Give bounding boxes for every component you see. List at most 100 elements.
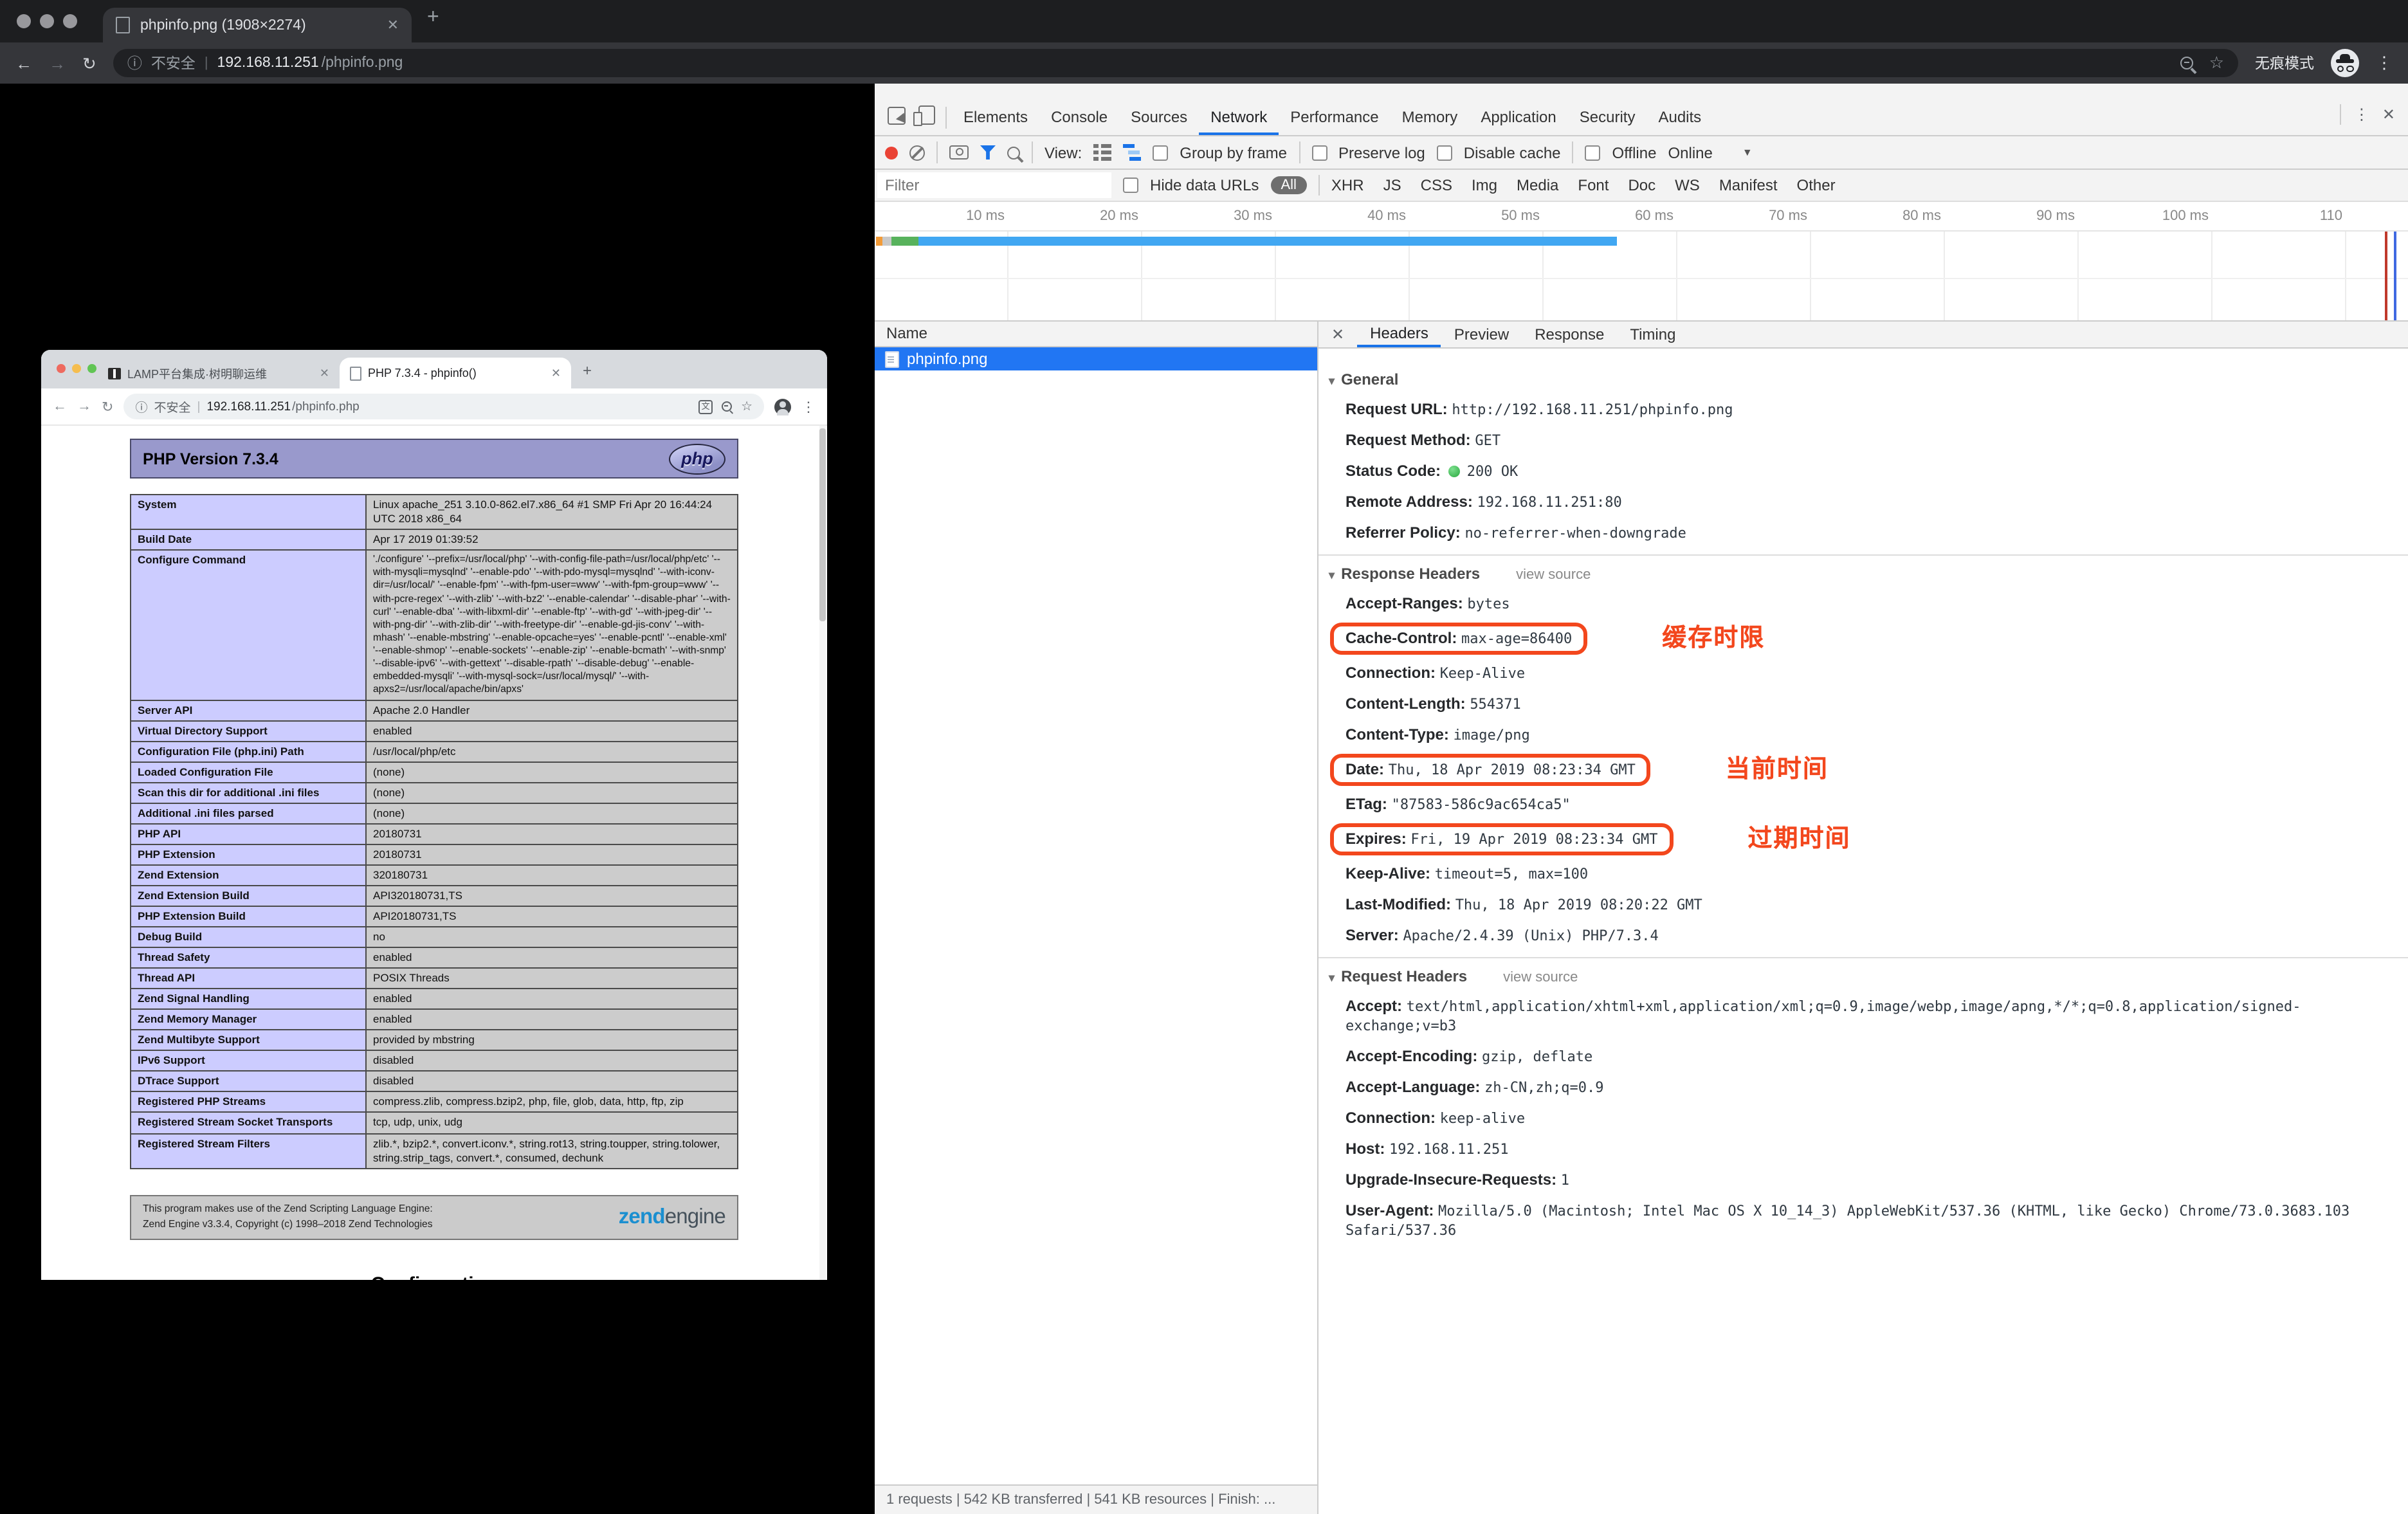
timeline-gridline bbox=[1945, 232, 2079, 320]
waterfall-view-icon[interactable] bbox=[1123, 144, 1141, 161]
embedded-reload-icon[interactable]: ↻ bbox=[102, 398, 113, 415]
embedded-zoom-out-icon[interactable] bbox=[722, 401, 732, 412]
filter-type[interactable]: Doc bbox=[1628, 176, 1656, 194]
traffic-light-close-icon[interactable] bbox=[17, 14, 31, 28]
details-tab[interactable]: Timing bbox=[1617, 322, 1688, 347]
embedded-menu-icon[interactable]: ⋮ bbox=[801, 398, 816, 415]
embedded-tab-close-icon[interactable]: ✕ bbox=[320, 366, 329, 380]
screenshot-capture-icon[interactable] bbox=[949, 145, 969, 160]
filter-type[interactable]: Font bbox=[1578, 176, 1609, 194]
disable-cache-checkbox[interactable] bbox=[1437, 145, 1452, 160]
view-source-link[interactable]: view source bbox=[1503, 970, 1578, 985]
request-row-phpinfo[interactable]: phpinfo.png bbox=[875, 347, 1317, 370]
name-column-header[interactable]: Name bbox=[875, 322, 1317, 347]
info-icon[interactable]: ⓘ bbox=[127, 53, 142, 73]
details-tab[interactable]: Preview bbox=[1441, 322, 1522, 347]
filter-type[interactable]: WS bbox=[1675, 176, 1700, 194]
devtools-tab[interactable]: Console bbox=[1039, 100, 1119, 135]
phpinfo-table: System Linux apache_251 3.10.0-862.el7.x… bbox=[130, 494, 738, 1169]
tab-close-icon[interactable]: ✕ bbox=[387, 17, 399, 33]
phpinfo-row-label: Registered Stream Filters bbox=[131, 1133, 366, 1168]
bookmark-star-icon[interactable]: ☆ bbox=[2209, 53, 2224, 73]
details-tab[interactable]: Response bbox=[1522, 322, 1617, 347]
embedded-new-tab-button[interactable]: + bbox=[583, 361, 592, 379]
devtools-tab[interactable]: Memory bbox=[1391, 100, 1470, 135]
search-icon[interactable] bbox=[1007, 146, 1020, 159]
devtools-tab[interactable]: Sources bbox=[1119, 100, 1199, 135]
filter-type-all[interactable]: All bbox=[1270, 176, 1306, 194]
offline-checkbox[interactable] bbox=[1585, 145, 1601, 160]
hide-data-urls-checkbox[interactable] bbox=[1123, 178, 1138, 193]
translate-icon[interactable]: 文 bbox=[698, 399, 713, 414]
network-overview[interactable] bbox=[875, 232, 2408, 322]
throttling-select[interactable]: Online bbox=[1668, 143, 1712, 161]
embedded-omnibox[interactable]: ⓘ 不安全 | 192.168.11.251 /phpinfo.php 文 ☆ bbox=[123, 394, 764, 419]
header-line: ETag: "87583-586c9ac654ca5" bbox=[1318, 789, 2408, 819]
filter-type[interactable]: Manifest bbox=[1719, 176, 1778, 194]
clear-icon[interactable] bbox=[909, 145, 925, 160]
timeline-tick-label: 110 bbox=[2212, 202, 2346, 230]
filter-type[interactable]: CSS bbox=[1421, 176, 1452, 194]
filter-type[interactable]: JS bbox=[1383, 176, 1401, 194]
embedded-tab-close-icon[interactable]: ✕ bbox=[551, 366, 561, 380]
omnibox[interactable]: ⓘ 不安全 | 192.168.11.251 /phpinfo.png ☆ bbox=[113, 49, 2238, 77]
request-headers-section-title[interactable]: ▾Request Headersview source bbox=[1318, 958, 2408, 990]
record-icon[interactable] bbox=[885, 146, 898, 159]
filter-input[interactable] bbox=[877, 172, 1111, 198]
devtools-tab[interactable]: Network bbox=[1199, 100, 1279, 135]
embedded-zoom-icon[interactable] bbox=[87, 364, 96, 373]
zoom-out-icon[interactable] bbox=[2181, 57, 2194, 69]
hide-data-urls-label: Hide data URLs bbox=[1150, 176, 1259, 194]
devtools-close-icon[interactable]: ✕ bbox=[2382, 105, 2395, 123]
embedded-forward-icon[interactable]: → bbox=[77, 399, 91, 414]
filter-type[interactable]: XHR bbox=[1331, 176, 1364, 194]
red-highlight-box: Date: Thu, 18 Apr 2019 08:23:34 GMT bbox=[1330, 753, 1651, 785]
reload-icon[interactable]: ↻ bbox=[82, 55, 96, 71]
window-controls bbox=[17, 14, 77, 28]
back-icon[interactable]: ← bbox=[15, 55, 32, 71]
traffic-light-minimize-icon[interactable] bbox=[40, 14, 54, 28]
details-tab[interactable]: Headers bbox=[1357, 322, 1441, 347]
traffic-light-zoom-icon[interactable] bbox=[63, 14, 77, 28]
phpinfo-row-value: 320180731 bbox=[366, 865, 738, 886]
filter-type[interactable]: Other bbox=[1797, 176, 1836, 194]
devtools-tab[interactable]: Application bbox=[1469, 100, 1567, 135]
embedded-tab-phpinfo[interactable]: PHP 7.3.4 - phpinfo() ✕ bbox=[340, 358, 571, 388]
devtools-menu-icon[interactable]: ⋮ bbox=[2354, 105, 2369, 123]
list-view-icon[interactable] bbox=[1093, 144, 1111, 161]
phpinfo-row-label: Thread Safety bbox=[131, 947, 366, 968]
general-section-title[interactable]: ▾General bbox=[1318, 361, 2408, 394]
filter-type[interactable]: Img bbox=[1472, 176, 1497, 194]
phpinfo-row: Additional .ini files parsed (none) bbox=[131, 803, 738, 824]
device-toolbar-icon[interactable] bbox=[918, 105, 935, 125]
new-tab-button[interactable]: + bbox=[427, 6, 439, 30]
zend-engine-box: This program makes use of the Zend Scrip… bbox=[130, 1194, 738, 1240]
forward-icon[interactable]: → bbox=[49, 55, 66, 71]
browser-menu-icon[interactable]: ⋮ bbox=[2376, 53, 2393, 73]
devtools-tab[interactable]: Elements bbox=[952, 100, 1039, 135]
embedded-info-icon[interactable]: ⓘ bbox=[135, 397, 147, 415]
embedded-close-icon[interactable] bbox=[57, 364, 66, 373]
embedded-scrollbar-thumb[interactable] bbox=[819, 428, 826, 621]
phpinfo-row-value: provided by mbstring bbox=[366, 1030, 738, 1051]
close-details-icon[interactable]: ✕ bbox=[1318, 322, 1357, 347]
inspect-element-icon[interactable] bbox=[888, 106, 906, 124]
embedded-bookmark-star-icon[interactable]: ☆ bbox=[741, 399, 752, 414]
phpinfo-row-value: disabled bbox=[366, 1051, 738, 1072]
embedded-minimize-icon[interactable] bbox=[72, 364, 81, 373]
preserve-log-checkbox[interactable] bbox=[1311, 145, 1327, 160]
embedded-back-icon[interactable]: ← bbox=[53, 399, 67, 414]
phpinfo-row: Zend Signal Handling enabled bbox=[131, 989, 738, 1009]
profile-avatar[interactable] bbox=[774, 398, 791, 415]
filter-type[interactable]: Media bbox=[1517, 176, 1558, 194]
devtools-tab[interactable]: Performance bbox=[1279, 100, 1390, 135]
view-source-link[interactable]: view source bbox=[1516, 567, 1591, 583]
browser-tab[interactable]: phpinfo.png (1908×2274) ✕ bbox=[103, 8, 412, 42]
configuration-heading: Configuration bbox=[130, 1273, 738, 1280]
embedded-tab-lamp[interactable]: LAMP平台集成·树明聊运维 ✕ bbox=[98, 358, 340, 388]
devtools-tab[interactable]: Security bbox=[1568, 100, 1647, 135]
group-by-frame-checkbox[interactable] bbox=[1153, 145, 1168, 160]
devtools-tab[interactable]: Audits bbox=[1646, 100, 1713, 135]
response-headers-section-title[interactable]: ▾Response Headersview source bbox=[1318, 556, 2408, 588]
filter-icon[interactable] bbox=[980, 145, 996, 160]
